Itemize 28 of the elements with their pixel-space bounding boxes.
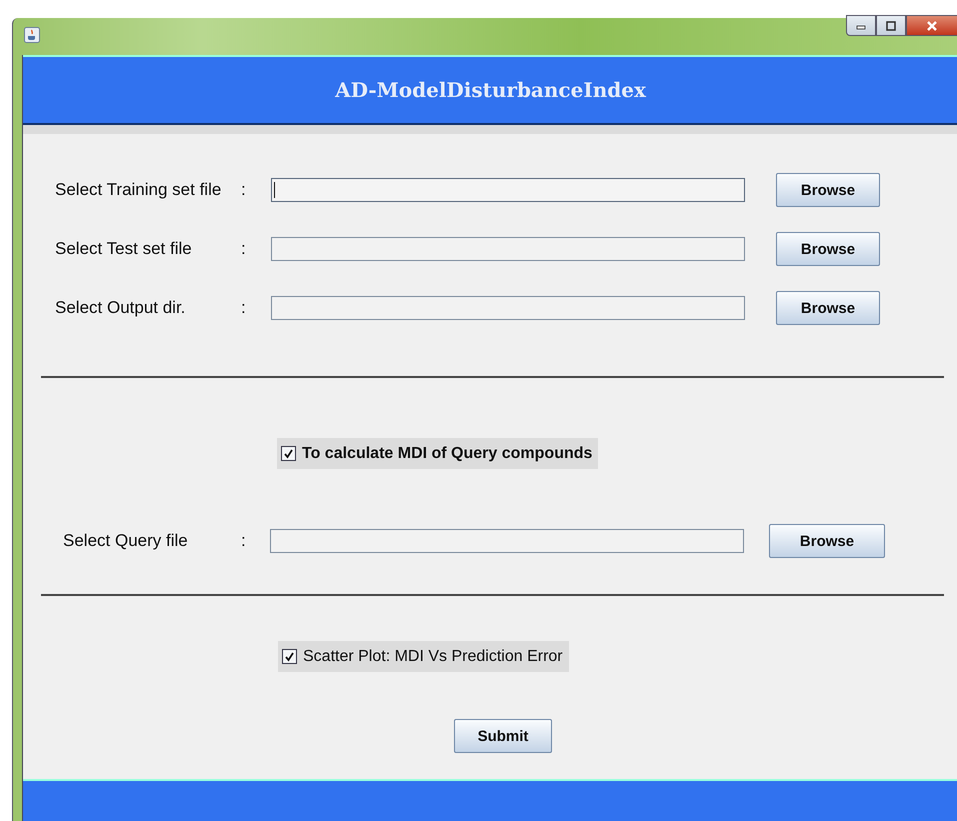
colon-label: : bbox=[241, 298, 247, 318]
minimize-button[interactable] bbox=[846, 15, 876, 36]
checkbox[interactable] bbox=[281, 446, 296, 461]
maximize-button[interactable] bbox=[876, 15, 906, 36]
checkbox-option[interactable]: Scatter Plot: MDI Vs Prediction Error bbox=[278, 641, 569, 672]
input-field[interactable] bbox=[270, 529, 744, 553]
checkbox-option[interactable]: To calculate MDI of Query compounds bbox=[277, 438, 598, 469]
field-label: Select Training set file bbox=[54, 180, 222, 200]
field-label: Select Test set file bbox=[54, 239, 193, 259]
input-field[interactable] bbox=[271, 178, 745, 202]
browse-button[interactable]: Browse bbox=[769, 524, 885, 558]
colon-label: : bbox=[241, 531, 247, 551]
field-label: Select Output dir. bbox=[54, 298, 186, 318]
field-label: Select Query file bbox=[62, 531, 189, 551]
cup-icon bbox=[24, 27, 40, 43]
colon-label: : bbox=[241, 180, 247, 200]
maximize-icon bbox=[886, 20, 896, 30]
header-title: AD-ModelDisturbanceIndex bbox=[335, 78, 646, 102]
colon-label: : bbox=[241, 239, 247, 259]
submit-button[interactable]: Submit bbox=[454, 719, 552, 753]
input-field[interactable] bbox=[271, 237, 745, 261]
browse-button[interactable]: Browse bbox=[776, 291, 880, 325]
browse-button[interactable]: Browse bbox=[776, 173, 880, 207]
input-field[interactable] bbox=[271, 296, 745, 320]
browse-button[interactable]: Browse bbox=[776, 232, 880, 266]
close-icon bbox=[926, 20, 938, 30]
close-button[interactable] bbox=[906, 15, 957, 36]
checkbox[interactable] bbox=[282, 649, 297, 664]
